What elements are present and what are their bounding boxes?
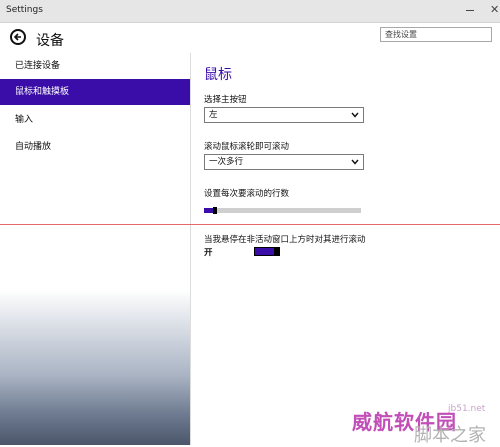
scroll-inactive-label: 当我悬停在非活动窗口上方时对其进行滚动 (204, 235, 366, 245)
header: 设备 查找设置 (0, 23, 500, 53)
section-heading: 鼠标 (204, 67, 232, 83)
window-title: Settings (6, 5, 43, 15)
primary-button-select[interactable]: 左 (204, 107, 364, 123)
sidebar-item-connected-devices[interactable]: 已连接设备 (0, 53, 190, 79)
lines-to-scroll-label: 设置每次要滚动的行数 (204, 189, 290, 199)
page-title: 设备 (36, 33, 64, 49)
toggle-knob (274, 247, 280, 256)
chevron-down-icon (351, 159, 359, 165)
background-photo (0, 290, 190, 445)
back-arrow-icon (13, 33, 21, 41)
primary-button-label: 选择主按钮 (204, 95, 247, 105)
title-bar: Settings ✕ (0, 0, 500, 23)
close-icon[interactable]: ✕ (490, 4, 499, 16)
back-button[interactable] (10, 29, 26, 45)
scroll-mode-label: 滚动鼠标滚轮即可滚动 (204, 142, 290, 152)
watermark-sub: 脚本之家 (414, 425, 486, 446)
primary-button-value: 左 (209, 110, 218, 120)
sidebar-item-typing[interactable]: 输入 (0, 107, 190, 133)
scroll-mode-value: 一次多行 (209, 157, 244, 167)
chevron-down-icon (351, 112, 359, 118)
toggle-state-label: 开 (204, 248, 213, 258)
sidebar-item-mouse-touchpad[interactable]: 鼠标和触摸板 (0, 79, 190, 105)
scroll-mode-select[interactable]: 一次多行 (204, 154, 364, 170)
sidebar-item-autoplay[interactable]: 自动播放 (0, 134, 190, 160)
lines-to-scroll-slider[interactable] (204, 207, 361, 214)
scroll-inactive-toggle[interactable] (254, 247, 280, 256)
search-input[interactable]: 查找设置 (380, 27, 492, 42)
red-divider-line (0, 224, 500, 225)
minimize-icon[interactable] (466, 10, 474, 11)
slider-thumb[interactable] (213, 207, 217, 214)
